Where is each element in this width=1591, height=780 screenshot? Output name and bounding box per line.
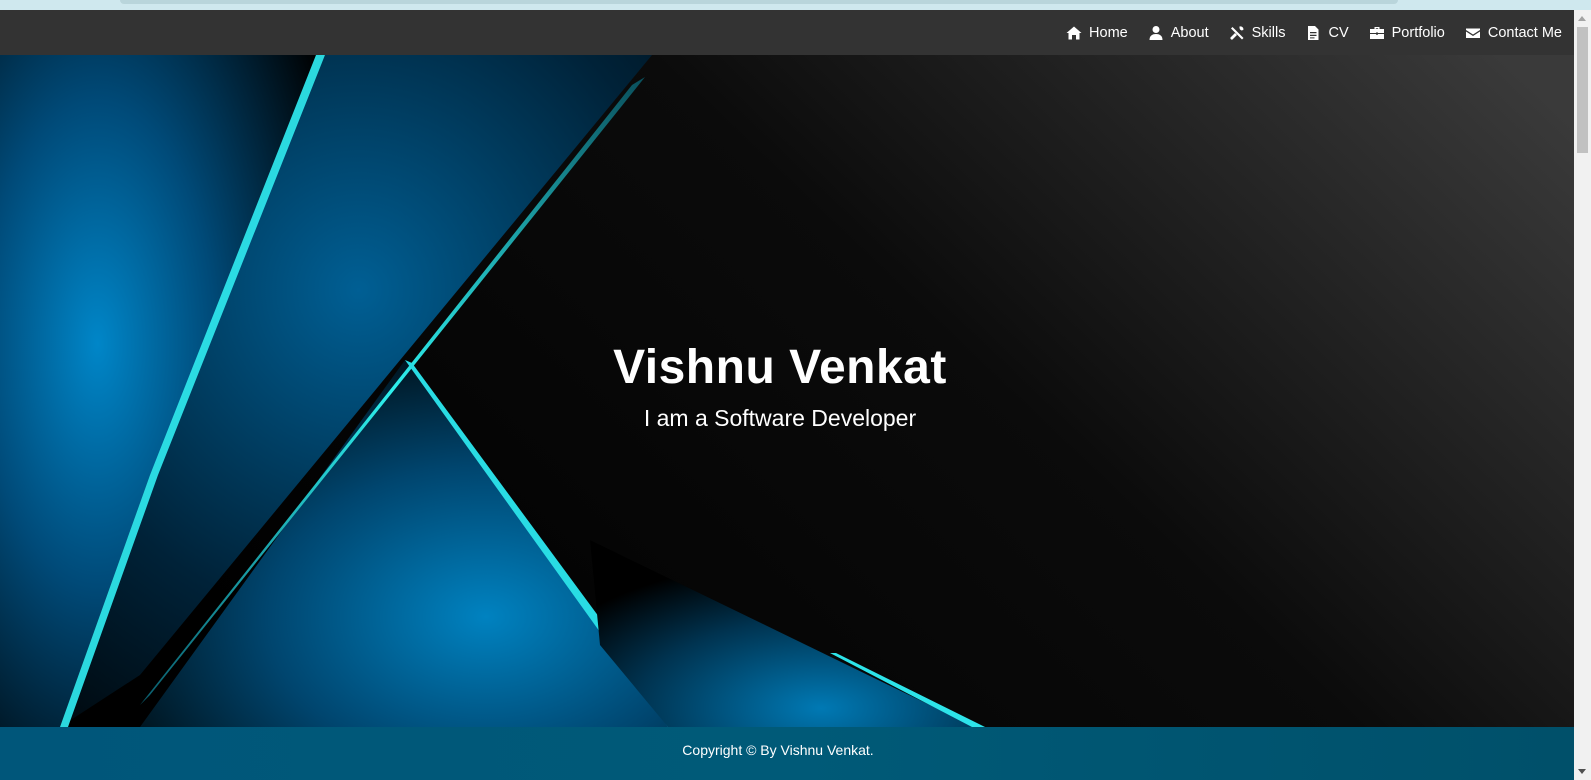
nav-item-label: Contact Me bbox=[1487, 24, 1562, 41]
nav-item-home[interactable]: Home bbox=[1066, 25, 1128, 41]
hero-name: Vishnu Venkat bbox=[613, 341, 947, 394]
envelope-icon bbox=[1465, 25, 1488, 41]
hero-section: Vishnu Venkat I am a Software Developer bbox=[0, 55, 1574, 727]
browser-tab-edge bbox=[120, 0, 1398, 4]
nav-item-label: Portfolio bbox=[1391, 24, 1445, 41]
nav-item-label: About bbox=[1170, 24, 1209, 41]
scrollbar-thumb[interactable] bbox=[1577, 27, 1588, 153]
vertical-scrollbar[interactable] bbox=[1574, 10, 1591, 780]
nav-item-skills[interactable]: Skills bbox=[1229, 24, 1286, 41]
scroll-down-arrow-icon[interactable] bbox=[1578, 769, 1586, 774]
home-icon bbox=[1066, 25, 1089, 41]
nav-item-contact[interactable]: Contact Me bbox=[1465, 25, 1562, 41]
footer-copyright: Copyright © By Vishnu Venkat. bbox=[682, 741, 874, 758]
nav-item-portfolio[interactable]: Portfolio bbox=[1369, 25, 1445, 41]
page-footer: Copyright © By Vishnu Venkat. bbox=[0, 727, 1574, 780]
page-viewport: Home About Skills CV Portfolio Contact M… bbox=[0, 10, 1574, 780]
scroll-up-arrow-icon[interactable] bbox=[1578, 16, 1586, 21]
nav-item-cv[interactable]: CV bbox=[1305, 24, 1349, 41]
nav-list: Home About Skills CV Portfolio Contact M… bbox=[1046, 25, 1574, 41]
nav-item-about[interactable]: About bbox=[1148, 25, 1209, 41]
briefcase-icon bbox=[1369, 25, 1392, 41]
nav-item-label: Home bbox=[1089, 24, 1128, 41]
nav-item-label: CV bbox=[1328, 24, 1349, 41]
nav-item-label: Skills bbox=[1251, 24, 1286, 41]
top-navbar: Home About Skills CV Portfolio Contact M… bbox=[0, 10, 1574, 55]
hero-tagline: I am a Software Developer bbox=[643, 405, 917, 431]
browser-top-strip bbox=[0, 0, 1591, 10]
file-icon bbox=[1305, 25, 1328, 41]
user-icon bbox=[1148, 25, 1171, 41]
hero-text: Vishnu Venkat I am a Software Developer bbox=[0, 340, 1560, 432]
tools-icon bbox=[1229, 25, 1252, 41]
